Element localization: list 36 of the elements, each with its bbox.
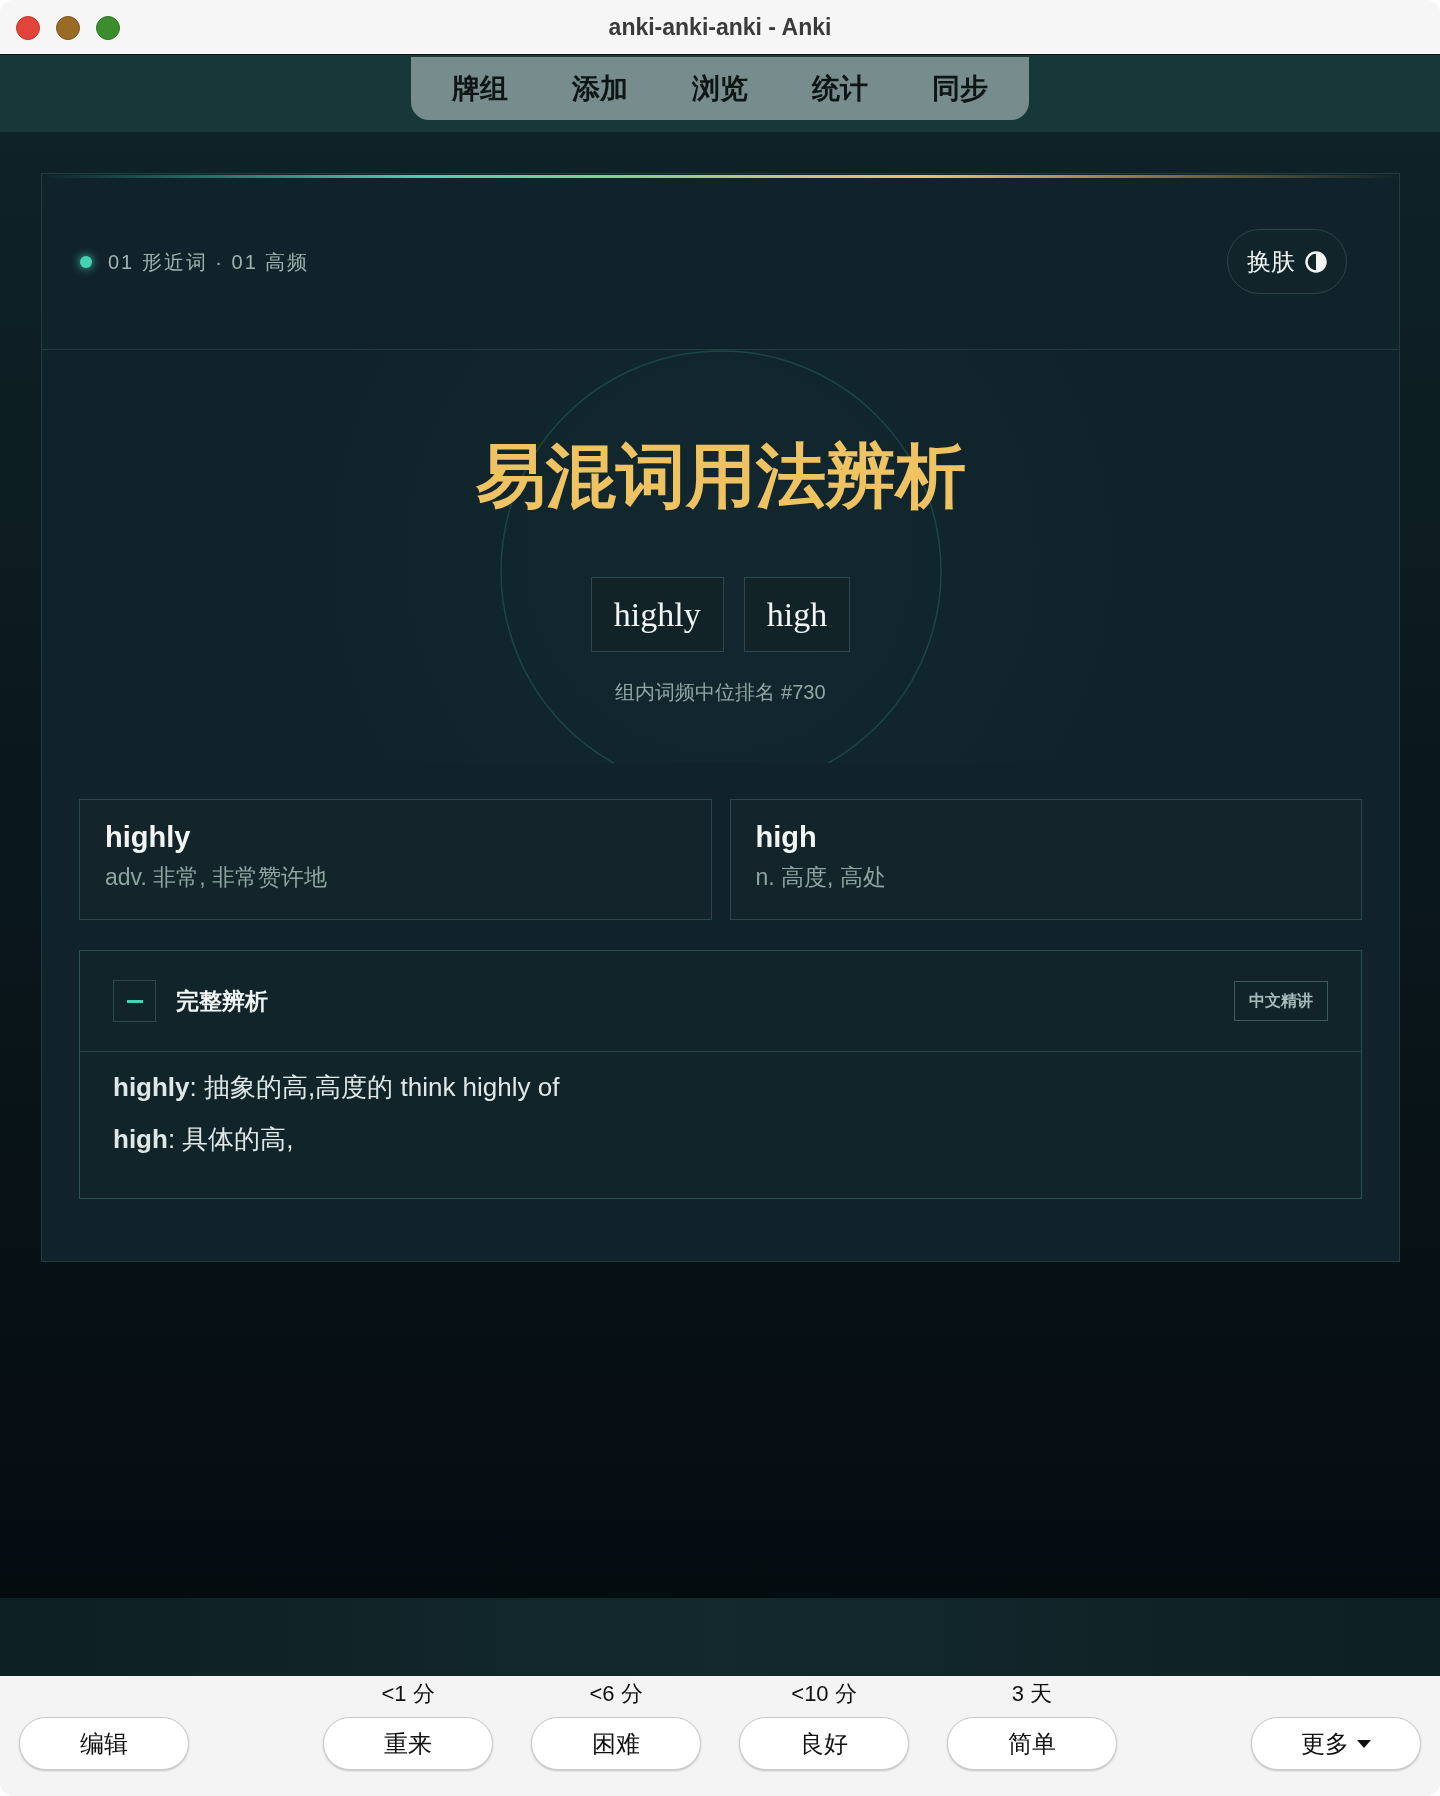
card-title: 易混词用法辨析 [475,436,966,517]
answer-button[interactable]: 重来 [323,1717,493,1770]
answer-button[interactable]: 简单 [947,1717,1117,1770]
tag-button[interactable]: 中文精讲 [1234,981,1328,1021]
breadcrumb: 01 形近词 · 01 高频 [108,249,310,275]
answer-button[interactable]: 良好 [739,1717,909,1770]
interval-label: 3 天 [1011,1681,1053,1707]
definition-word: highly [105,820,192,855]
definition-meaning: adv. 非常, 非常赞许地 [105,863,328,892]
rank-text: 组内词频中位排名 #730 [615,680,826,705]
close-icon[interactable] [16,16,40,40]
toolbar-item[interactable]: 添加 [540,74,660,103]
interval-label: <1 分 [381,1681,435,1707]
analysis-line: high: 具体的高, [113,1123,295,1156]
zoom-icon[interactable] [96,16,120,40]
definition-word: high [755,820,818,855]
analysis-line: highly: 抽象的高,高度的 think highly of [113,1071,561,1104]
word-chip: high [743,577,851,652]
toolbar-item[interactable]: 浏览 [660,74,780,103]
definition-meaning: n. 高度, 高处 [755,863,887,892]
skin-button[interactable]: 换肤 [1227,229,1347,294]
edit-button[interactable]: 编辑 [19,1717,189,1770]
window-title: anki-anki-anki - Anki [608,12,832,42]
collapse-button[interactable] [113,980,156,1022]
minimize-icon[interactable] [56,16,80,40]
toolbar-item[interactable]: 统计 [780,74,900,103]
more-button[interactable]: 更多 [1251,1717,1421,1770]
answer-button[interactable]: 困难 [531,1717,701,1770]
word-chip: highly [590,577,724,652]
interval-label: <10 分 [791,1681,857,1707]
caret-down-icon [1357,1739,1371,1748]
toolbar-item[interactable]: 同步 [900,74,1020,103]
interval-label: <6 分 [589,1681,643,1707]
contrast-icon [1305,250,1327,273]
analysis-title: 完整辨析 [176,986,268,1016]
toolbar-item[interactable]: 牌组 [420,74,540,103]
